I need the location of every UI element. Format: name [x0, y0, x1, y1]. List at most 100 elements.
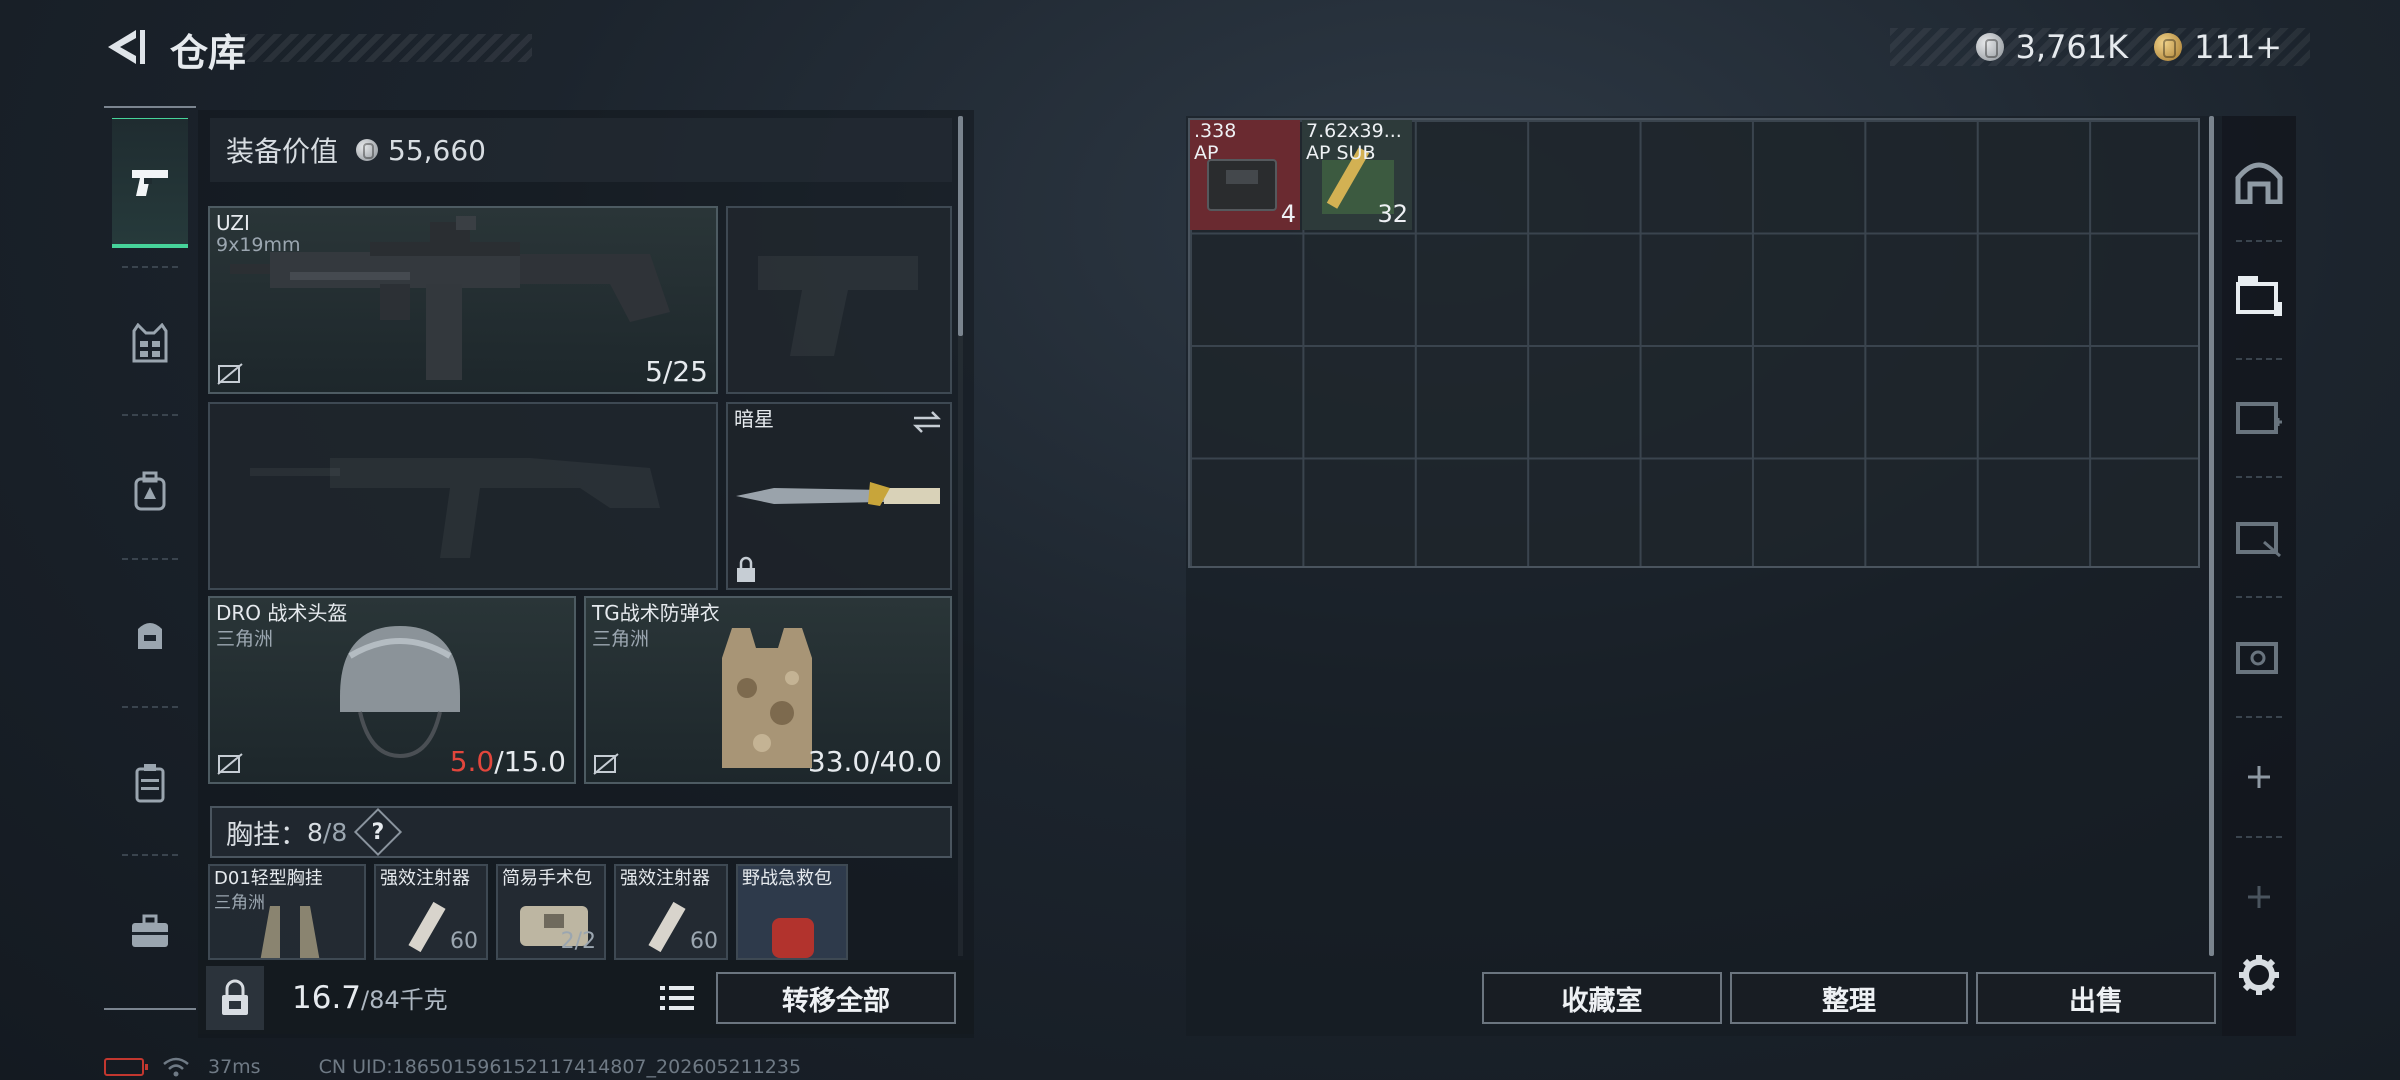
primary-weapon-ammo: 9x19mm: [216, 234, 301, 256]
armor-slot[interactable]: TG战术防弹衣 三角洲 33.0/40.0: [584, 596, 952, 784]
primary-weapon-slot[interactable]: UZI 9x19mm 5/25: [208, 206, 718, 394]
helmet-image: [340, 626, 460, 759]
secondary-weapon-slot[interactable]: [208, 402, 718, 590]
chest-item-slot[interactable]: 简易手术包 2/2: [496, 864, 606, 960]
stash-page-icon: [2236, 276, 2282, 316]
category-pouch[interactable]: [112, 570, 188, 700]
category-toolbox[interactable]: [112, 866, 188, 996]
chest-item-name: 简易手术包: [502, 868, 592, 889]
ping: 37ms: [208, 1056, 261, 1078]
chest-rig-used: 8: [307, 817, 323, 847]
helmet-slot[interactable]: DRO 战术头盔 三角洲 5.0/15.0: [208, 596, 576, 784]
arch-icon: [2235, 162, 2283, 204]
primary-weapon-name: UZI: [216, 211, 250, 235]
pistol-icon: [132, 169, 168, 196]
chest-item-slot[interactable]: D01轻型胸挂 三角洲: [208, 864, 366, 960]
helmet-durability: 5.0/15.0: [450, 745, 566, 778]
chest-item-name: 强效注射器: [620, 868, 710, 889]
plus-icon: [2248, 766, 2270, 788]
chest-item-slot[interactable]: 野战急救包: [736, 864, 848, 960]
stash-page-3[interactable]: [2222, 480, 2296, 590]
list-icon: [660, 986, 694, 1010]
stash-item-name: .338 AP: [1194, 120, 1237, 164]
wifi-icon: [163, 1057, 189, 1077]
uninsured-icon: [593, 753, 619, 775]
weight-current: 16.7: [292, 980, 362, 1016]
back-button[interactable]: [100, 22, 150, 72]
stash-item-count: 4: [1280, 200, 1296, 228]
stash-page-2[interactable]: [2222, 360, 2296, 470]
stash-item-ammo-762[interactable]: 7.62x39... AP SUB 32: [1302, 120, 1412, 230]
organize-button[interactable]: 整理: [1730, 972, 1968, 1024]
chest-item-count: 60: [450, 929, 478, 954]
stash-page-1[interactable]: [2222, 240, 2296, 350]
category-case[interactable]: [112, 718, 188, 848]
melee-slot[interactable]: 暗星: [726, 402, 952, 590]
category-chest-rig[interactable]: [112, 278, 188, 408]
sell-button[interactable]: 出售: [1976, 972, 2216, 1024]
helmet-durability-max: /15.0: [494, 745, 566, 778]
chest-item-name: D01轻型胸挂: [214, 868, 323, 889]
gold-currency-value[interactable]: 111+: [2194, 28, 2282, 66]
stash-scrollbar[interactable]: [2209, 116, 2214, 956]
settings-button[interactable]: [2222, 920, 2296, 1030]
silver-coin-icon: [356, 139, 379, 161]
add-stash-page-button[interactable]: [2222, 722, 2296, 832]
rifle-silhouette-icon: [250, 458, 660, 558]
lock-icon: [222, 979, 248, 1015]
plus-icon: [2248, 886, 2270, 908]
chest-item-name: 强效注射器: [380, 868, 470, 889]
chest-rig-image: [260, 906, 320, 958]
chest-rig-capacity: /8: [322, 817, 348, 847]
gold-coin-icon: [2154, 33, 2183, 61]
stash-item-name: 7.62x39... AP SUB: [1306, 120, 1402, 164]
stash-page-all[interactable]: [2222, 126, 2296, 236]
uzi-image: [230, 216, 670, 380]
helmet-name: DRO 战术头盔: [216, 601, 348, 625]
chest-item-count: 60: [690, 929, 718, 954]
transfer-all-button[interactable]: 转移全部: [716, 972, 956, 1024]
stash-item-count: 32: [1377, 200, 1408, 228]
category-sidebar: [100, 106, 200, 1010]
equip-value-label: 装备价值: [226, 135, 339, 168]
help-button[interactable]: ?: [354, 807, 403, 857]
chest-item-name: 野战急救包: [742, 868, 832, 889]
small-backpack-icon: [138, 623, 162, 649]
equip-value-bar: 装备价值 55,660: [210, 118, 952, 182]
category-backpack[interactable]: [112, 426, 188, 556]
gear-icon: [2239, 955, 2279, 995]
list-view-button[interactable]: [656, 978, 698, 1018]
armor-name: TG战术防弹衣: [592, 601, 720, 625]
category-weapons[interactable]: [112, 118, 188, 248]
case-icon: [135, 764, 165, 803]
toolbox-icon: [132, 914, 168, 947]
stash-item-ammo-338[interactable]: .338 AP 4: [1190, 120, 1300, 230]
lock-icon: [737, 556, 755, 582]
stash-page-4[interactable]: [2222, 600, 2296, 710]
chest-item-slot[interactable]: 强效注射器 60: [614, 864, 728, 960]
armor-origin: 三角洲: [592, 628, 650, 650]
weight-max: /84千克: [361, 986, 448, 1014]
sidearm-slot[interactable]: [726, 206, 952, 394]
equip-value: 55,660: [388, 133, 486, 167]
pistol-silhouette-icon: [758, 256, 918, 356]
title-decoration: [240, 34, 532, 62]
battery-icon: [104, 1058, 148, 1076]
armor-vest-image: [722, 628, 812, 768]
loadout-scrollbar[interactable]: [958, 116, 963, 336]
primary-weapon-ammo-count: 5/25: [645, 355, 708, 388]
chest-item-count: 2/2: [560, 929, 596, 954]
vest-icon: [132, 323, 168, 363]
chest-item-slot[interactable]: 强效注射器 60: [374, 864, 488, 960]
backpack-icon: [134, 471, 166, 511]
user-uid: CN UID:18650159615211741480​7_2026052112…: [318, 1056, 802, 1078]
swap-icon[interactable]: [910, 408, 944, 436]
page-title: 仓库: [170, 31, 247, 75]
collection-room-button[interactable]: 收藏室: [1482, 972, 1722, 1024]
stash-page-icon: [2236, 402, 2282, 434]
status-bar: 37ms CN UID:18650159615211741480​7_20260…: [104, 1056, 801, 1078]
weight-display: 16.7/84千克: [292, 980, 448, 1016]
helmet-durability-current: 5.0: [449, 745, 495, 778]
lock-button[interactable]: [206, 966, 264, 1030]
first-aid-kit-image: [772, 918, 814, 958]
